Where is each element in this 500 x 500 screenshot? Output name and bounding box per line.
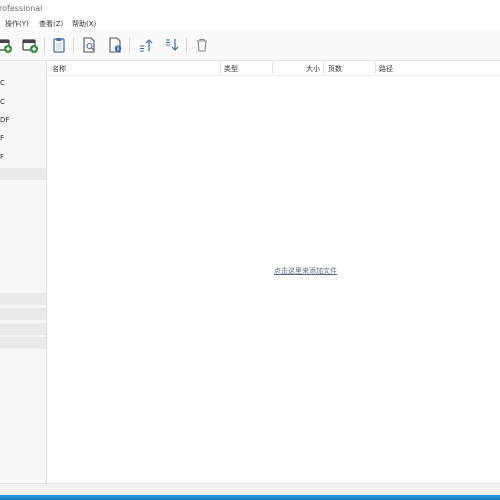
sidebar-item-label: F [0,134,5,142]
clipboard-icon [53,38,65,53]
move-down-button[interactable] [163,36,181,54]
sidebar-item[interactable]: C [0,98,46,106]
sidebar-item-label: DF [0,116,10,124]
arrow-up-icon [140,39,153,52]
sidebar-item-label: C [0,98,5,106]
add-folder-button[interactable] [21,36,39,54]
arrow-down-icon [166,39,179,51]
column-header-size[interactable]: 大小 [306,64,320,74]
menu-help[interactable]: 帮助(X) [72,19,96,29]
column-divider[interactable] [323,62,324,74]
file-list-header: 名称 类型 大小 页数 路径 [47,61,500,76]
add-files-link[interactable]: 点击这里来添加文件 [274,266,337,276]
sidebar-section-divider [0,308,46,320]
menu-bar: 操作(Y) 查看(Z) 帮助(X) [0,17,500,30]
column-header-name[interactable]: 名称 [52,64,66,74]
sidebar-item[interactable]: C [0,79,46,87]
sidebar-item[interactable]: F [0,153,46,161]
taskbar [0,495,500,500]
sidebar-item[interactable]: F [0,134,46,142]
sidebar-item-label: F [0,153,5,161]
sidebar: C C DF F F [0,61,47,483]
toolbar-separator [186,38,187,53]
sidebar-section-divider [0,323,46,335]
paste-button[interactable] [50,36,68,54]
sidebar-section-divider [0,337,46,349]
title-bar: rofessional [0,0,500,17]
toolbar-separator [73,38,74,53]
document-info-icon [109,37,122,53]
folder-add-icon [0,39,12,53]
file-list-panel[interactable]: 名称 类型 大小 页数 路径 点击这里来添加文件 [47,61,500,483]
column-header-type[interactable]: 类型 [224,64,238,74]
column-divider[interactable] [272,62,273,74]
menu-operation[interactable]: 操作(Y) [5,19,29,29]
trash-icon [197,38,207,52]
delete-button[interactable] [193,36,211,54]
toolbar [0,30,500,61]
preview-button[interactable] [80,36,98,54]
toolbar-separator [44,38,45,53]
column-divider[interactable] [375,62,376,74]
add-files-button[interactable] [0,36,13,54]
sidebar-section-divider [0,168,46,180]
sidebar-item[interactable]: DF [0,116,46,124]
menu-view[interactable]: 查看(Z) [39,19,63,29]
window-title: rofessional [0,4,43,13]
column-divider[interactable] [220,62,221,74]
move-up-button[interactable] [137,36,155,54]
column-header-pages[interactable]: 页数 [328,64,342,74]
info-button[interactable] [106,36,124,54]
document-search-icon [83,37,95,53]
sidebar-item-label: C [0,79,5,87]
sidebar-section-divider [0,293,46,305]
column-header-path[interactable]: 路径 [379,64,393,74]
folder-add-icon [22,39,38,53]
toolbar-separator [129,38,130,53]
